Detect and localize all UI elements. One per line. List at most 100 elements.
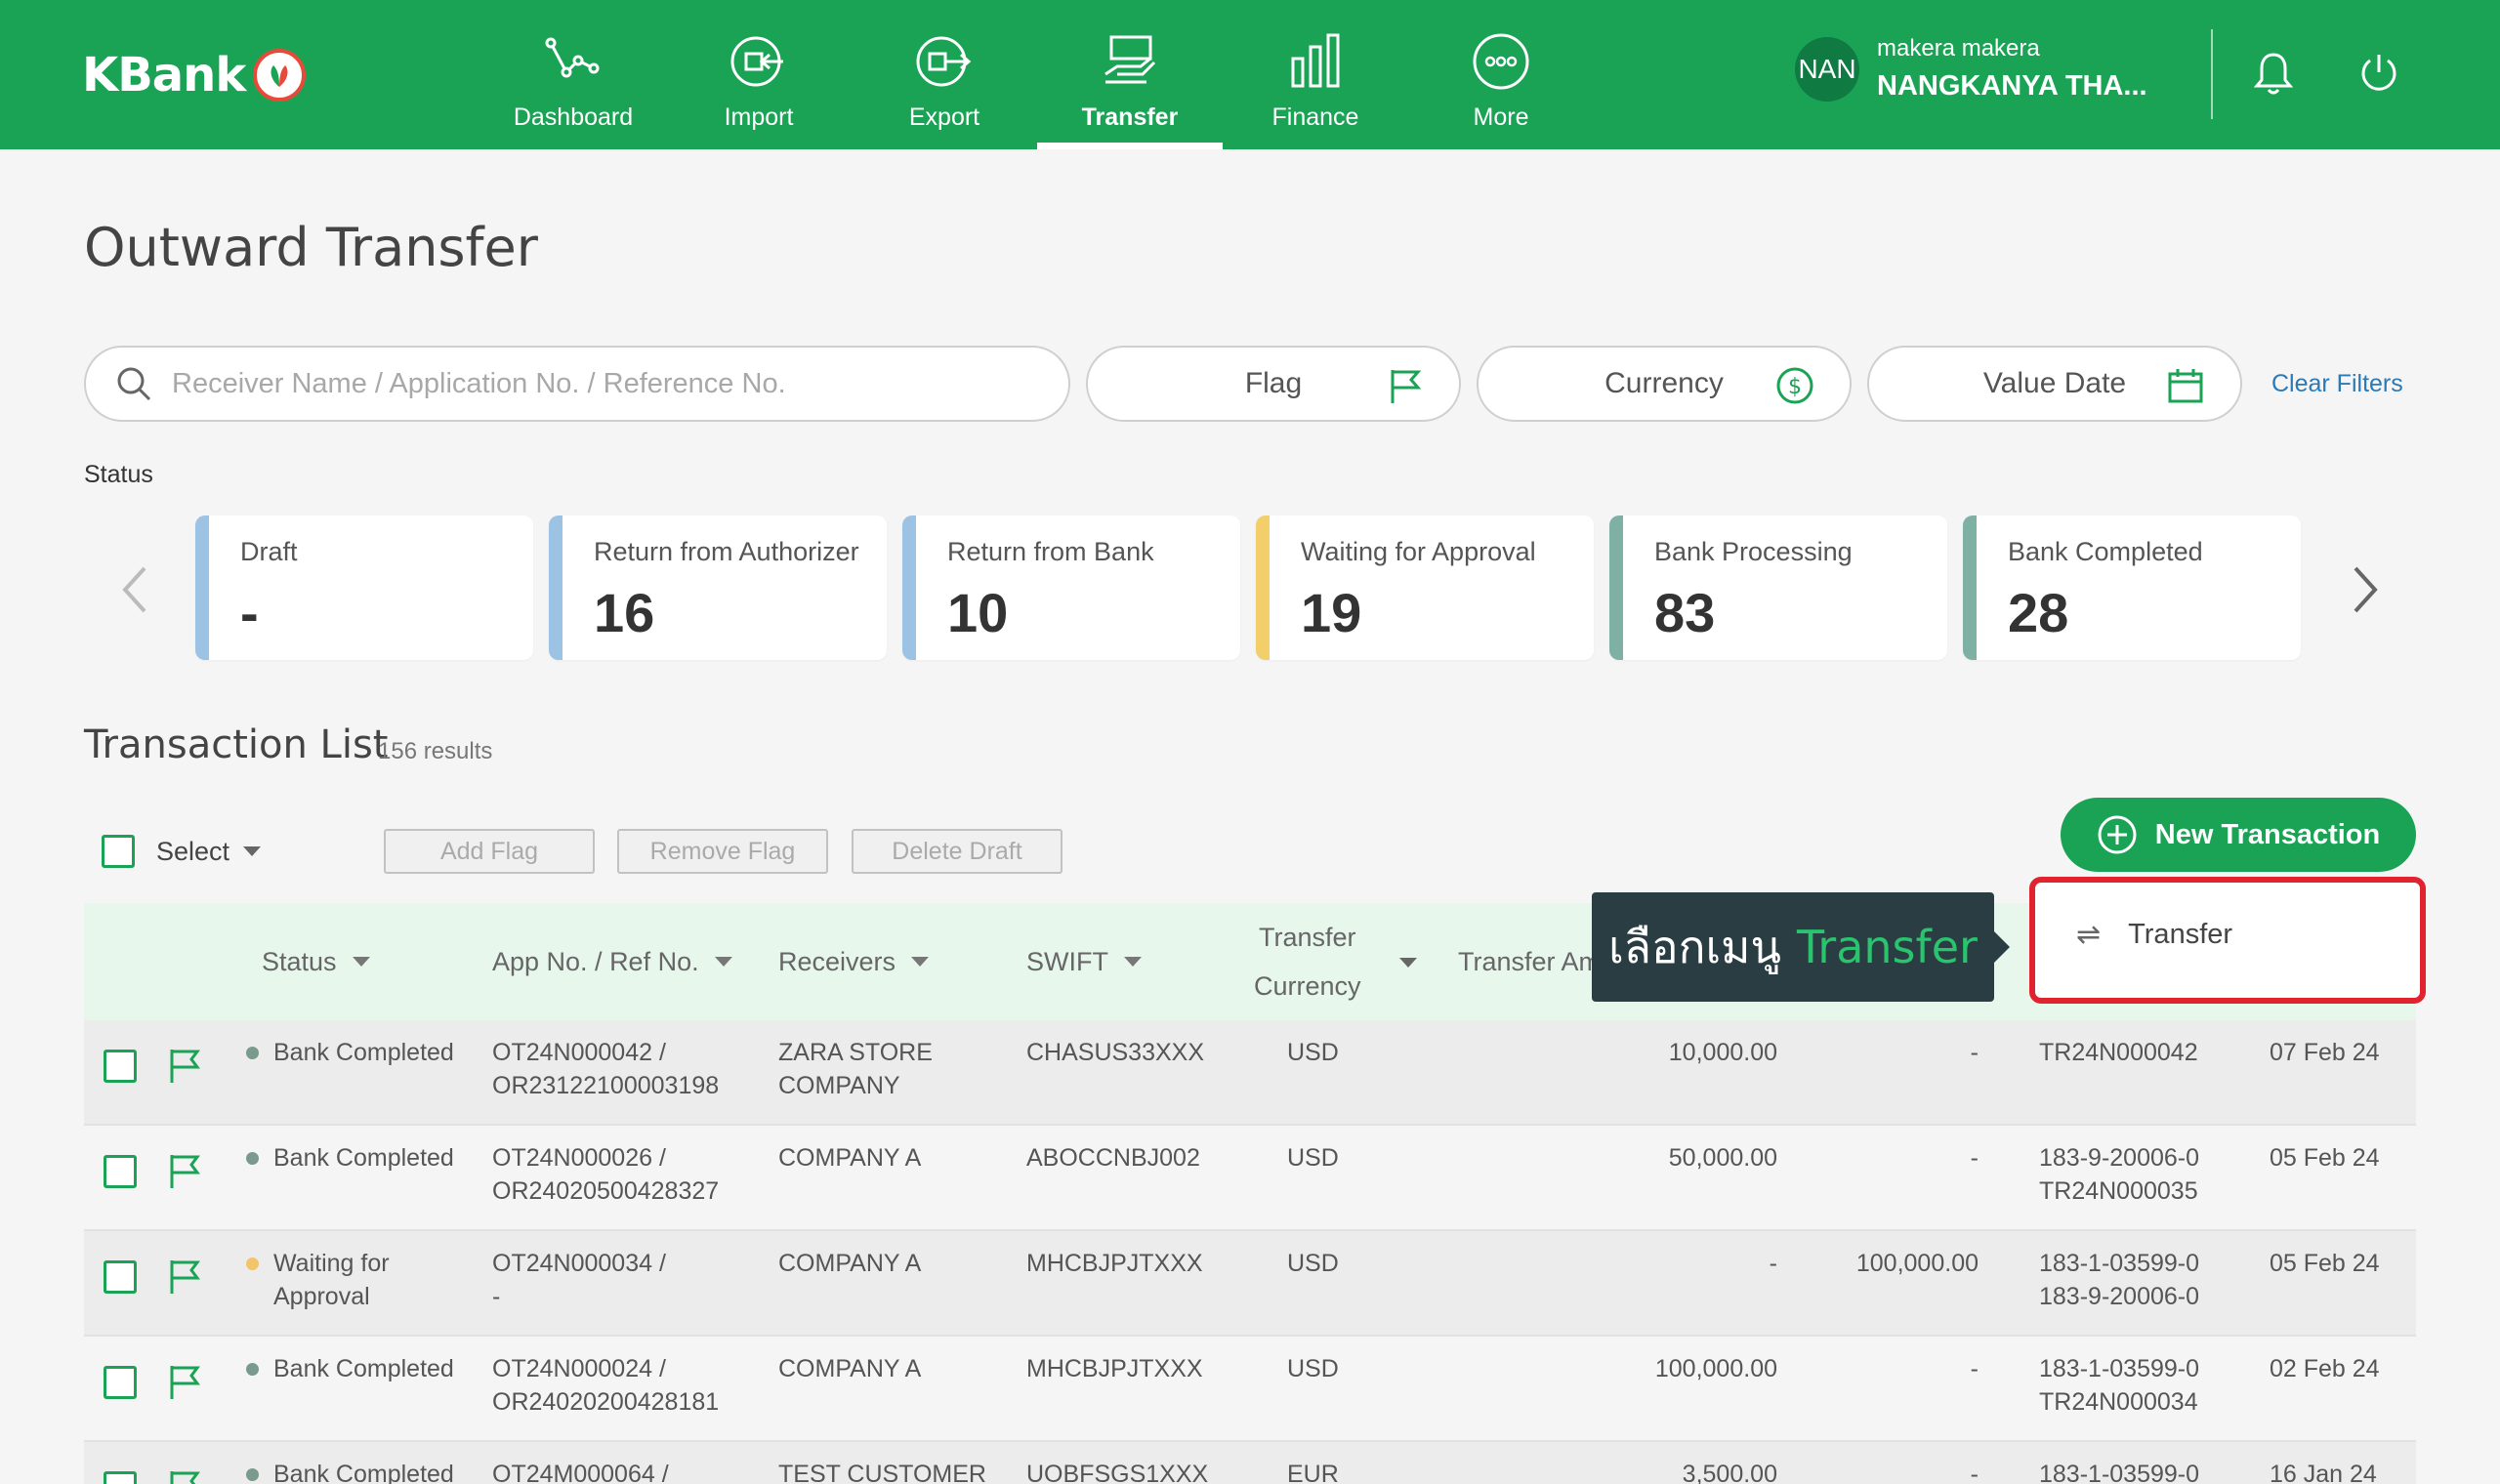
table-row[interactable]: Bank Completed OT24N000024 / OR2402020042… bbox=[84, 1337, 2416, 1442]
ref-cell: 183-9-20006-0 TR24N000035 bbox=[2039, 1141, 2199, 1208]
transfer-icon bbox=[1104, 35, 1156, 84]
kbank-logo[interactable]: KBank bbox=[82, 41, 307, 109]
nav-transfer[interactable]: Transfer bbox=[1037, 0, 1223, 149]
svg-text:$: $ bbox=[1788, 375, 1802, 399]
avatar: NAN bbox=[1795, 36, 1859, 102]
date-cell: 16 Jan 24 bbox=[2270, 1461, 2377, 1484]
clear-filters-link[interactable]: Clear Filters bbox=[2271, 370, 2403, 398]
user-subtitle: makera makera bbox=[1877, 35, 2040, 62]
column-receivers[interactable]: Receivers bbox=[778, 903, 930, 1020]
row-checkbox[interactable] bbox=[104, 1155, 137, 1188]
import-icon bbox=[730, 36, 783, 87]
search-input[interactable] bbox=[172, 367, 1031, 400]
currency-cell: USD bbox=[1287, 1144, 1339, 1172]
flag-icon bbox=[1391, 370, 1422, 403]
kbank-leaf-icon bbox=[253, 49, 307, 102]
amount-cell-2: 100,000.00 bbox=[1855, 1250, 1979, 1277]
flag-icon[interactable] bbox=[166, 1257, 203, 1296]
column-swift[interactable]: SWIFT bbox=[1026, 903, 1142, 1020]
app-no: OT24N000024 / bbox=[492, 1355, 666, 1382]
flag-icon[interactable] bbox=[166, 1467, 203, 1484]
amount-cell: 100,000.00 bbox=[1654, 1355, 1777, 1382]
search-box[interactable] bbox=[84, 346, 1070, 422]
status-card-draft[interactable]: Draft - bbox=[195, 515, 533, 660]
status-text: Bank Completed bbox=[273, 1144, 454, 1172]
status-card-label: Bank Completed bbox=[2008, 537, 2203, 566]
nav-label: Export bbox=[908, 103, 980, 131]
results-count: 156 results bbox=[378, 738, 493, 764]
date-cell: 07 Feb 24 bbox=[2270, 1039, 2380, 1066]
menu-item-transfer[interactable]: ⇌ Transfer bbox=[2076, 918, 2232, 952]
nav-more[interactable]: More bbox=[1408, 0, 1594, 149]
app-no-cell: OT24N000042 / OR23122100003198 bbox=[492, 1036, 719, 1102]
currency-filter[interactable]: Currency $ bbox=[1477, 346, 1852, 422]
app-no: OT24N000034 / bbox=[492, 1250, 666, 1277]
ref-no: OR24020200428181 bbox=[492, 1388, 720, 1416]
chevron-down-icon[interactable] bbox=[243, 846, 262, 856]
currency-cell: USD bbox=[1287, 1250, 1339, 1277]
bell-icon[interactable] bbox=[2249, 49, 2298, 98]
table-row[interactable]: Bank Completed OT24N000026 / OR2402050042… bbox=[84, 1126, 2416, 1231]
status-text: Bank Completed bbox=[273, 1039, 454, 1066]
flag-icon[interactable] bbox=[166, 1362, 203, 1401]
row-checkbox[interactable] bbox=[104, 1050, 137, 1083]
nav-label: Import bbox=[724, 103, 794, 131]
dashboard-icon bbox=[545, 37, 600, 78]
sort-icon bbox=[1123, 957, 1142, 967]
ref-no: OR23122100003198 bbox=[492, 1072, 720, 1099]
receiver-name: COMPANY A bbox=[778, 1144, 922, 1172]
receiver-cell: TEST CUSTOMER bbox=[778, 1461, 986, 1484]
table-row[interactable]: Bank Completed OT24N000042 / OR2312210000… bbox=[84, 1020, 2416, 1126]
table-row[interactable]: Bank Completed OT24M000064 / TEST CUSTOM… bbox=[84, 1442, 2416, 1484]
plus-circle-icon bbox=[2098, 815, 2137, 854]
status-cards: Draft - Return from Authorizer 16 Return… bbox=[195, 515, 2316, 660]
nav-export[interactable]: Export bbox=[852, 0, 1037, 149]
tutorial-tooltip: เลือกเมนู Transfer bbox=[1592, 892, 2010, 1002]
status-card-count: 10 bbox=[947, 582, 1009, 643]
row-checkbox[interactable] bbox=[104, 1260, 137, 1294]
currency-filter-label: Currency bbox=[1604, 367, 1724, 399]
column-status[interactable]: Status bbox=[262, 903, 370, 1020]
remove-flag-button[interactable]: Remove Flag bbox=[617, 829, 828, 874]
column-transfer-currency[interactable]: Transfer Currency bbox=[1254, 903, 1361, 1020]
nav-finance[interactable]: Finance bbox=[1223, 0, 1408, 149]
table-row[interactable]: Waiting for Approval OT24N000034 / - COMPA… bbox=[84, 1231, 2416, 1337]
column-transfer-amount[interactable]: Transfer Am bbox=[1458, 903, 1601, 1020]
status-dot bbox=[246, 1363, 259, 1376]
status-card-return-authorizer[interactable]: Return from Authorizer 16 bbox=[549, 515, 887, 660]
menu-item-label: Transfer bbox=[2128, 919, 2233, 950]
chevron-right-icon[interactable] bbox=[2346, 560, 2385, 619]
receiver-cell: COMPANY A bbox=[778, 1352, 921, 1385]
status-cell: Bank Completed bbox=[246, 1352, 454, 1385]
user-profile[interactable]: NAN makera makera NANGKANYA THA... bbox=[1795, 35, 2147, 103]
status-card-label: Bank Processing bbox=[1654, 537, 1853, 566]
status-card-return-bank[interactable]: Return from Bank 10 bbox=[902, 515, 1240, 660]
power-icon[interactable] bbox=[2354, 49, 2403, 98]
swap-arrows-icon: ⇌ bbox=[2076, 919, 2102, 951]
tooltip-text: เลือกเมนู bbox=[1608, 920, 1781, 973]
column-app-no[interactable]: App No. / Ref No. bbox=[492, 903, 732, 1020]
flag-icon[interactable] bbox=[166, 1046, 203, 1085]
date-cell: 05 Feb 24 bbox=[2270, 1250, 2380, 1277]
sort-icon[interactable] bbox=[1399, 958, 1417, 968]
select-all-checkbox[interactable] bbox=[102, 835, 135, 868]
chevron-left-icon[interactable] bbox=[115, 560, 154, 619]
column-label: Status bbox=[262, 946, 337, 976]
nav-import[interactable]: Import bbox=[666, 0, 852, 149]
flag-icon[interactable] bbox=[166, 1151, 203, 1190]
status-card-bank-completed[interactable]: Bank Completed 28 bbox=[1963, 515, 2301, 660]
flag-filter[interactable]: Flag bbox=[1086, 346, 1461, 422]
row-checkbox[interactable] bbox=[104, 1366, 137, 1399]
row-checkbox[interactable] bbox=[104, 1471, 137, 1484]
filter-bar: Flag Currency $ Value Date Clear Filters bbox=[84, 346, 2403, 422]
nav-dashboard[interactable]: Dashboard bbox=[480, 0, 666, 149]
status-card-waiting-approval[interactable]: Waiting for Approval 19 bbox=[1256, 515, 1594, 660]
column-label: SWIFT bbox=[1026, 946, 1108, 976]
value-date-filter[interactable]: Value Date bbox=[1867, 346, 2242, 422]
delete-draft-button[interactable]: Delete Draft bbox=[852, 829, 1062, 874]
status-card-bank-processing[interactable]: Bank Processing 83 bbox=[1609, 515, 1947, 660]
add-flag-button[interactable]: Add Flag bbox=[384, 829, 595, 874]
bulk-select[interactable]: Select bbox=[102, 828, 262, 875]
swift-cell: MHCBJPJTXXX bbox=[1026, 1250, 1203, 1277]
new-transaction-button[interactable]: New Transaction bbox=[2061, 798, 2416, 872]
